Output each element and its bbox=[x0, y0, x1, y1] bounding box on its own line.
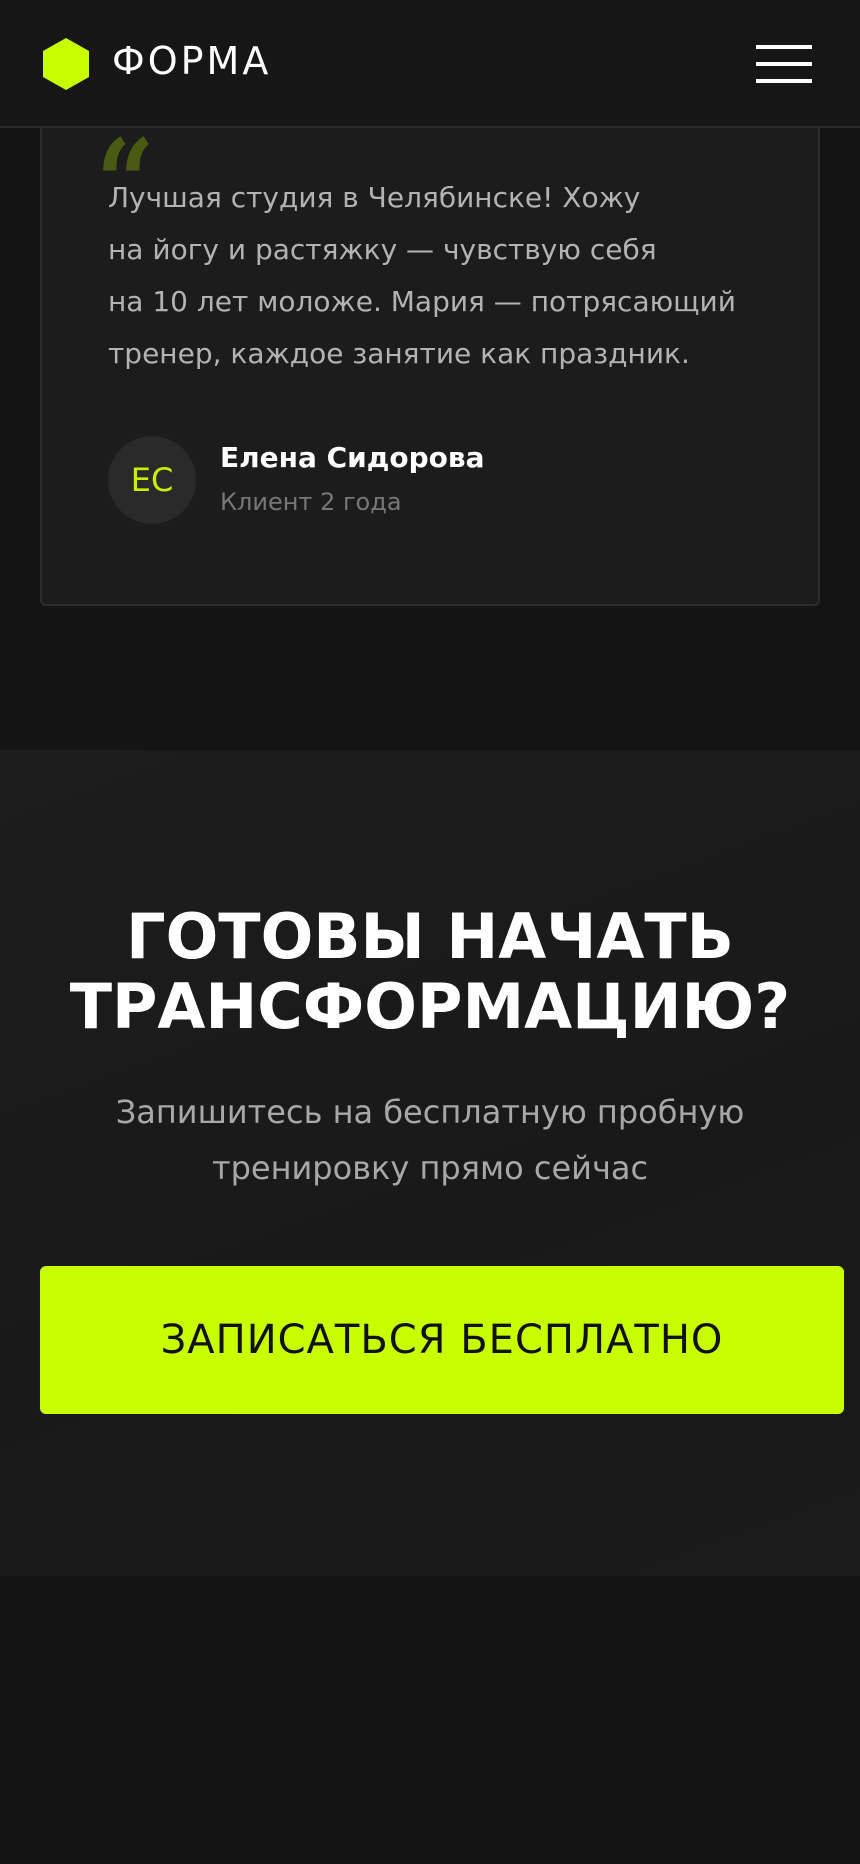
cta-title-line: ТРАНСФОРМАЦИЮ? bbox=[69, 970, 791, 1043]
page-bottom bbox=[0, 1576, 860, 1864]
site-header: ФОРМА bbox=[0, 0, 860, 128]
testimonial-card: “ Лучшая студия в Челябинске! Хожу на йо… bbox=[40, 100, 820, 606]
testimonial-line: тренер, каждое занятие как праздник. bbox=[108, 337, 690, 370]
testimonial-line: на 10 лет моложе. Мария — потрясающий bbox=[108, 285, 736, 318]
cta-title: ГОТОВЫ НАЧАТЬ ТРАНСФОРМАЦИЮ? bbox=[0, 902, 860, 1042]
hamburger-menu-icon[interactable] bbox=[754, 42, 812, 86]
page: “ Лучшая студия в Челябинске! Хожу на йо… bbox=[0, 0, 860, 1864]
menu-bar bbox=[756, 45, 812, 49]
author-meta: Клиент 2 года bbox=[220, 488, 402, 516]
signup-free-button[interactable]: ЗАПИСАТЬСЯ БЕСПЛАТНО bbox=[40, 1266, 844, 1414]
cta-subtitle: Запишитесь на бесплатную пробную трениро… bbox=[0, 1084, 860, 1196]
testimonial-line: на йогу и растяжку — чувствую себя bbox=[108, 233, 657, 266]
testimonial-text: Лучшая студия в Челябинске! Хожу на йогу… bbox=[108, 172, 808, 380]
cta-subtitle-line: тренировку прямо сейчас bbox=[211, 1149, 649, 1187]
author-name: Елена Сидорова bbox=[220, 441, 485, 474]
cta-title-line: ГОТОВЫ НАЧАТЬ bbox=[126, 900, 734, 973]
testimonial-line: Лучшая студия в Челябинске! Хожу bbox=[108, 181, 641, 214]
hexagon-icon[interactable] bbox=[39, 37, 93, 91]
cta-section: ГОТОВЫ НАЧАТЬ ТРАНСФОРМАЦИЮ? Запишитесь … bbox=[0, 750, 860, 1576]
logo-text[interactable]: ФОРМА bbox=[112, 38, 271, 84]
avatar: ЕС bbox=[108, 436, 196, 524]
cta-subtitle-line: Запишитесь на бесплатную пробную bbox=[115, 1093, 745, 1131]
menu-bar bbox=[756, 79, 812, 83]
menu-bar bbox=[756, 62, 812, 66]
